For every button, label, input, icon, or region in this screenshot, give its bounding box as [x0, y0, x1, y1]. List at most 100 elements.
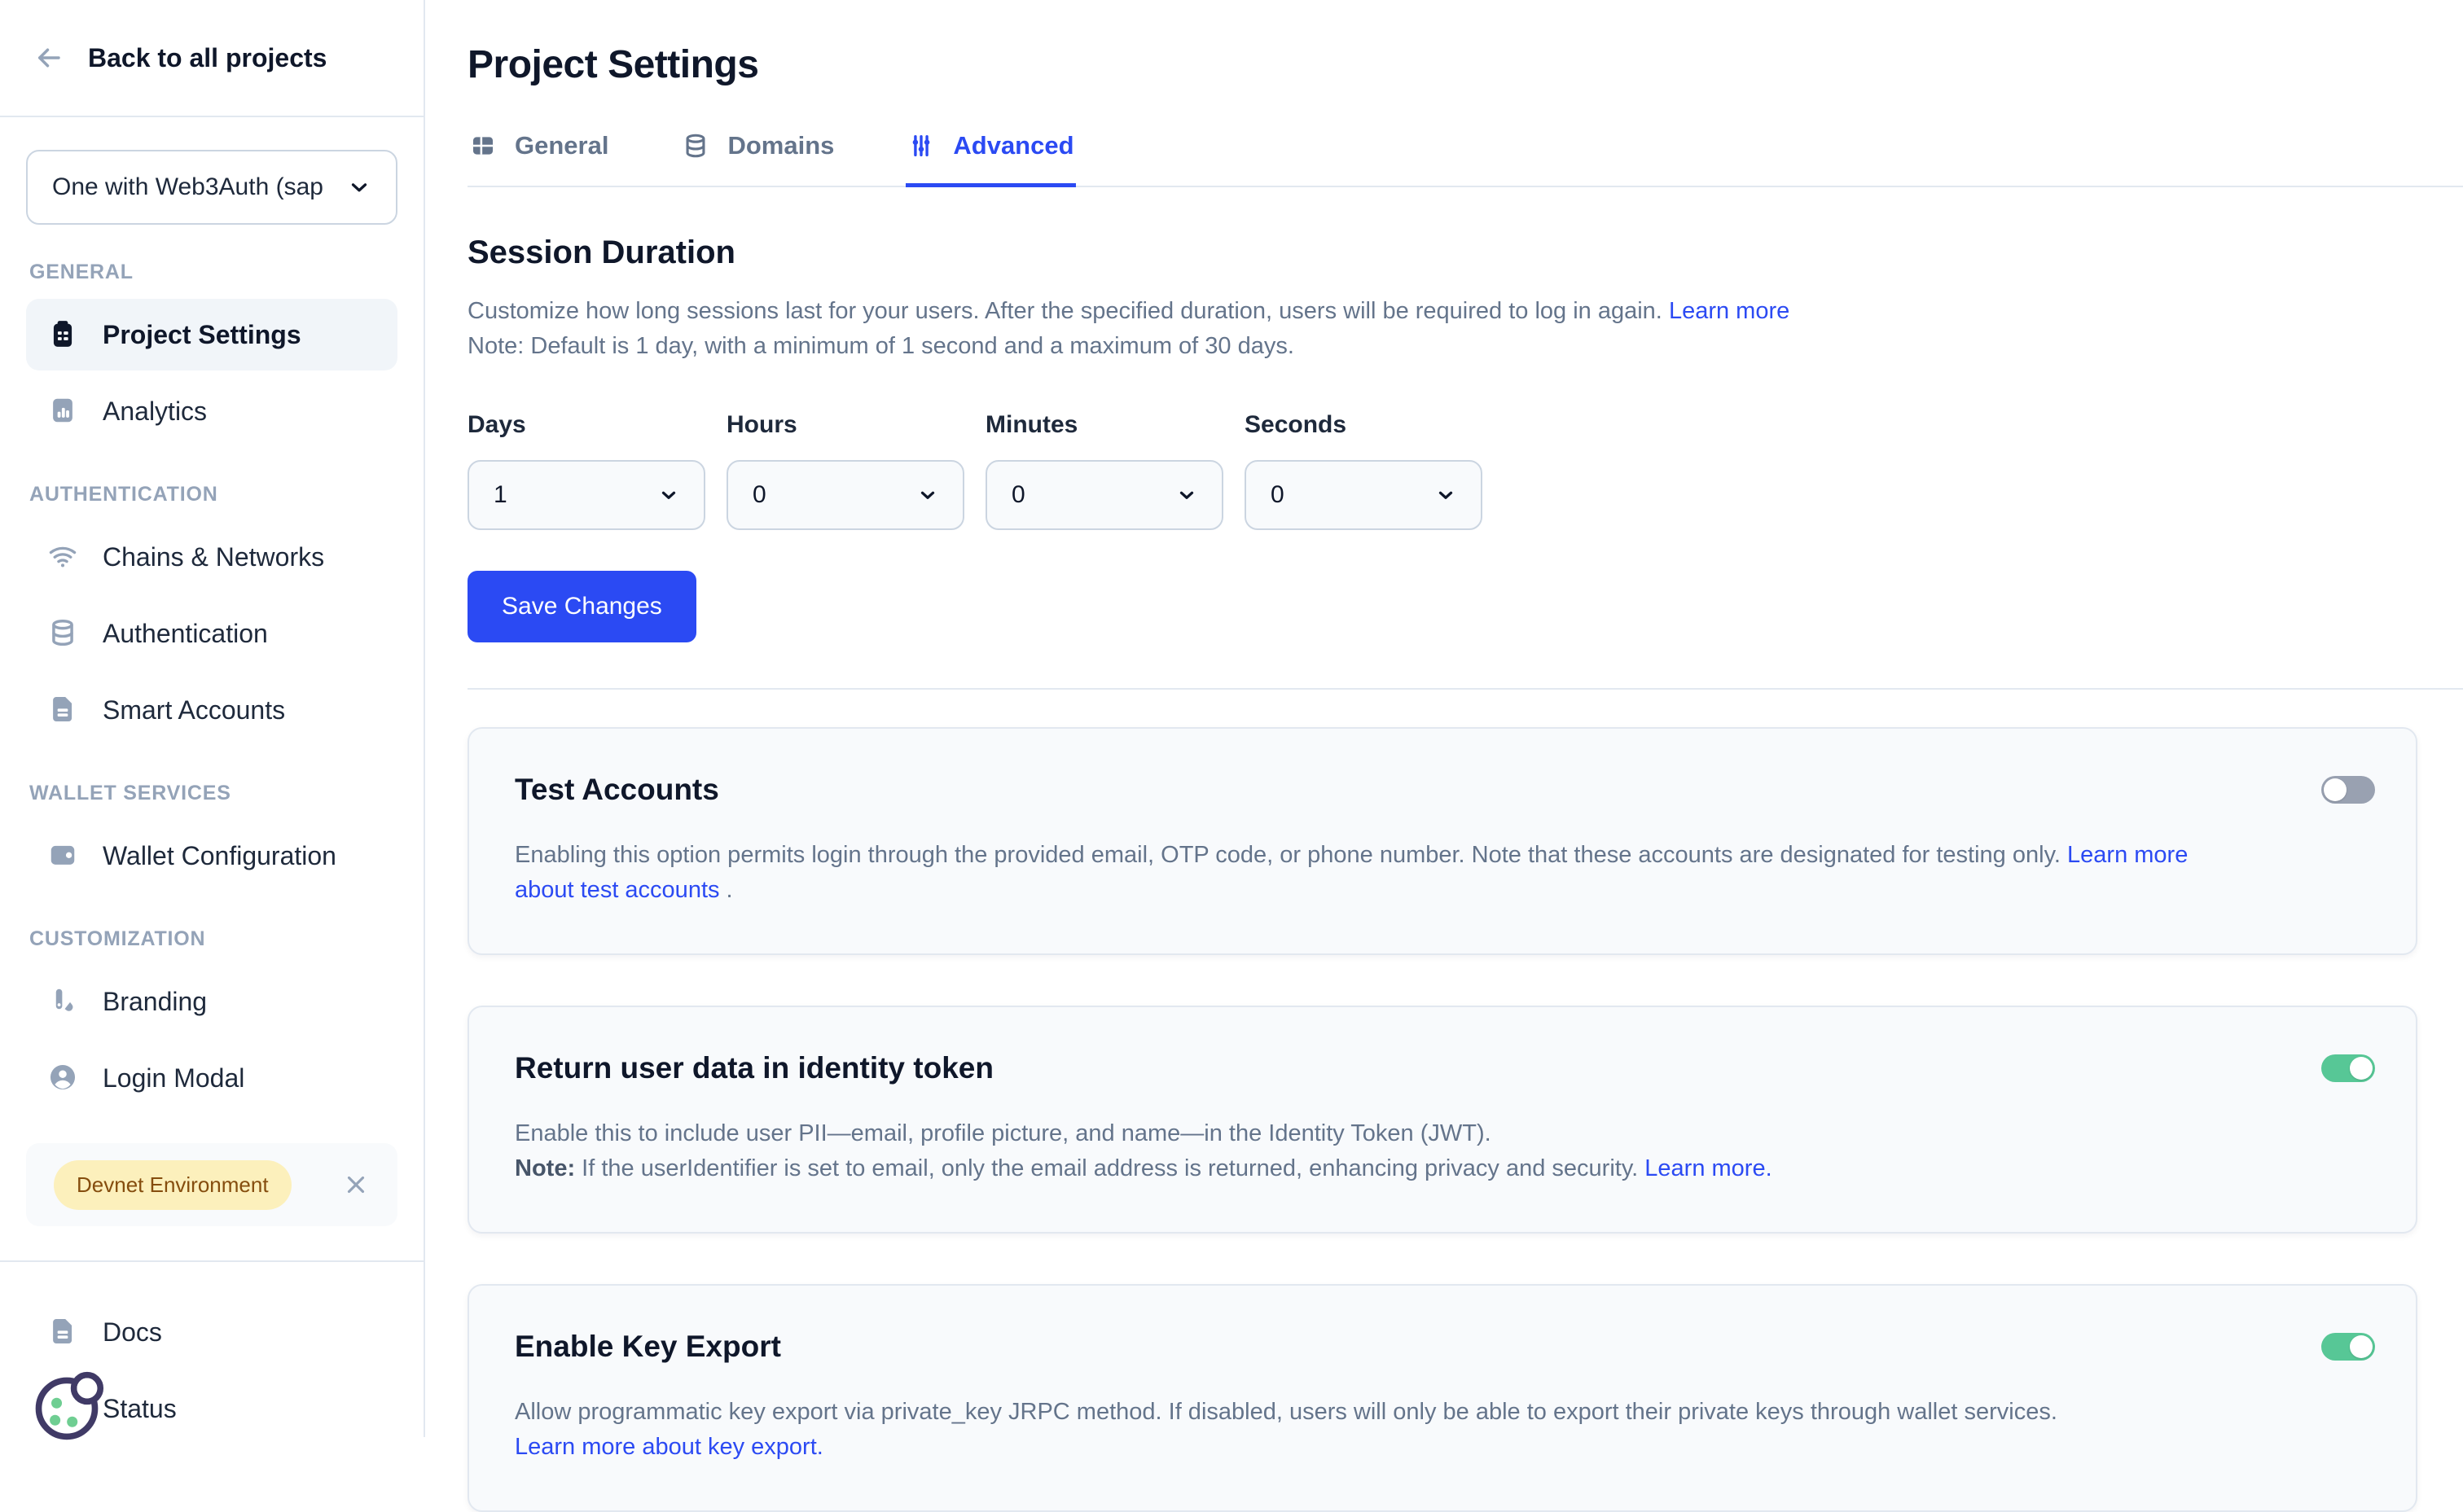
app-window: Back to all projects One with Web3Auth (…: [0, 0, 2463, 1437]
user-circle-icon: [47, 1062, 80, 1094]
learn-more-identity-link[interactable]: Learn more.: [1644, 1155, 1772, 1181]
note-label: Note:: [515, 1155, 575, 1181]
sidebar-item-wallet-configuration[interactable]: Wallet Configuration: [26, 820, 397, 892]
tab-label: General: [515, 131, 608, 160]
arrow-left-icon: [34, 43, 64, 72]
back-label: Back to all projects: [88, 43, 327, 73]
chevron-down-icon: [917, 484, 938, 506]
docs-icon: [47, 1316, 80, 1348]
main-content: Project Settings General Domains Advance…: [425, 0, 2463, 1437]
test-accounts-toggle[interactable]: [2321, 776, 2375, 804]
card-title: Return user data in identity token: [515, 1051, 2253, 1085]
sidebar-item-login-modal[interactable]: Login Modal: [26, 1042, 397, 1114]
wifi-icon: [47, 541, 80, 573]
minutes-select[interactable]: 0: [986, 460, 1223, 530]
sidebar-footer: Docs Status: [0, 1260, 424, 1449]
project-selector-value: One with Web3Auth (sap: [52, 173, 323, 201]
back-to-projects-link[interactable]: Back to all projects: [0, 0, 424, 117]
section-label-wallet-services: WALLET SERVICES: [29, 782, 394, 805]
cookie-consent-icon[interactable]: [47, 1392, 80, 1425]
divider: [468, 688, 2463, 690]
section-note: Note: Default is 1 day, with a minimum o…: [468, 329, 2417, 364]
sidebar-item-smart-accounts[interactable]: Smart Accounts: [26, 674, 397, 746]
card-description: Enabling this option permits login throu…: [515, 838, 2253, 908]
chevron-down-icon: [658, 484, 679, 506]
test-accounts-card: Test Accounts Enabling this option permi…: [468, 727, 2417, 955]
chevron-down-icon: [1435, 484, 1456, 506]
sidebar-item-label: Chains & Networks: [103, 542, 324, 572]
learn-more-link[interactable]: Learn more: [1669, 298, 1789, 324]
sidebar-item-docs[interactable]: Docs: [26, 1296, 397, 1368]
sidebar-item-label: Wallet Configuration: [103, 841, 336, 871]
chevron-down-icon: [1176, 484, 1197, 506]
sidebar-item-authentication[interactable]: Authentication: [26, 598, 397, 669]
learn-more-key-export-link[interactable]: Learn more about key export.: [515, 1434, 823, 1460]
sidebar-body: One with Web3Auth (sap GENERAL Project S…: [0, 117, 424, 1226]
tab-general[interactable]: General: [468, 128, 610, 187]
key-export-toggle[interactable]: [2321, 1333, 2375, 1361]
section-label-customization: CUSTOMIZATION: [29, 927, 394, 951]
sidebar-item-label: Project Settings: [103, 320, 301, 350]
select-value: 0: [1271, 481, 1284, 509]
save-changes-button[interactable]: Save Changes: [468, 571, 696, 642]
field-hours: Hours 0: [727, 411, 964, 530]
clipboard-icon: [47, 318, 80, 351]
page-title: Project Settings: [468, 42, 2417, 87]
duration-fields: Days 1 Hours 0 Minutes 0: [468, 411, 2417, 530]
environment-badge: Devnet Environment: [54, 1160, 292, 1210]
wallet-icon: [47, 839, 80, 872]
tab-label: Domains: [727, 131, 834, 160]
tab-domains[interactable]: Domains: [680, 128, 836, 187]
close-icon[interactable]: [342, 1171, 370, 1199]
sidebar-item-label: Analytics: [103, 397, 207, 427]
sidebar-item-label: Login Modal: [103, 1063, 244, 1093]
card-description: Enable this to include user PII—email, p…: [515, 1116, 2253, 1151]
hours-select[interactable]: 0: [727, 460, 964, 530]
table-icon: [469, 132, 497, 160]
brush-icon: [47, 985, 80, 1018]
file-icon: [47, 694, 80, 726]
card-description: Allow programmatic key export via privat…: [515, 1395, 2253, 1430]
seconds-select[interactable]: 0: [1245, 460, 1482, 530]
field-minutes: Minutes 0: [986, 411, 1223, 530]
sidebar-item-project-settings[interactable]: Project Settings: [26, 299, 397, 370]
card-title: Enable Key Export: [515, 1330, 2253, 1364]
select-value: 0: [1012, 481, 1025, 509]
field-label: Days: [468, 411, 705, 439]
identity-token-card: Return user data in identity token Enabl…: [468, 1006, 2417, 1234]
days-select[interactable]: 1: [468, 460, 705, 530]
tab-bar: General Domains Advanced: [468, 128, 2463, 187]
section-label-general: GENERAL: [29, 261, 394, 284]
select-value: 1: [494, 481, 507, 509]
toggle-knob: [2324, 778, 2347, 801]
database-icon: [682, 132, 709, 160]
section-heading: Session Duration: [468, 234, 2417, 271]
chevron-down-icon: [347, 175, 371, 199]
sidebar-item-branding[interactable]: Branding: [26, 966, 397, 1037]
sidebar-item-analytics[interactable]: Analytics: [26, 375, 397, 447]
sidebar-item-label: Docs: [103, 1317, 162, 1348]
description-text: Enabling this option permits login throu…: [515, 842, 2061, 868]
section-label-authentication: AUTHENTICATION: [29, 483, 394, 506]
select-value: 0: [753, 481, 766, 509]
sidebar-item-label: Smart Accounts: [103, 695, 285, 725]
toggle-knob: [2350, 1335, 2373, 1358]
sidebar-item-label: Branding: [103, 987, 207, 1017]
session-duration-section: Session Duration Customize how long sess…: [468, 234, 2417, 642]
environment-banner: Devnet Environment: [26, 1143, 397, 1226]
field-label: Seconds: [1245, 411, 1482, 439]
field-label: Hours: [727, 411, 964, 439]
sidebar-item-status[interactable]: Status: [26, 1373, 397, 1444]
sidebar-item-label: Status: [103, 1394, 177, 1424]
tab-advanced[interactable]: Advanced: [906, 128, 1075, 187]
description-text: Customize how long sessions last for you…: [468, 298, 1662, 324]
project-selector[interactable]: One with Web3Auth (sap: [26, 150, 397, 225]
sidebar-item-label: Authentication: [103, 619, 268, 649]
tab-label: Advanced: [953, 131, 1073, 160]
sliders-icon: [907, 132, 935, 160]
sidebar-item-chains-networks[interactable]: Chains & Networks: [26, 521, 397, 593]
note-text: If the userIdentifier is set to email, o…: [575, 1155, 1644, 1181]
identity-token-toggle[interactable]: [2321, 1054, 2375, 1082]
description-suffix: .: [720, 877, 733, 903]
sidebar: Back to all projects One with Web3Auth (…: [0, 0, 425, 1437]
